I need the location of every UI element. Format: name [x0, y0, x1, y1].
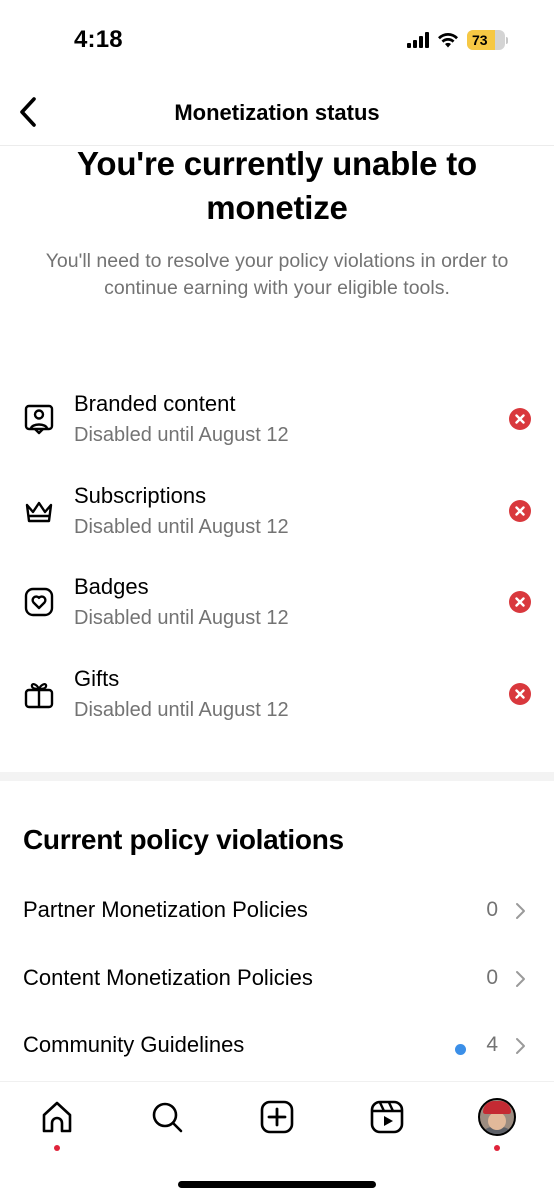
tools-list: Branded content Disabled until August 12… — [0, 388, 554, 754]
tool-row-badges[interactable]: Badges Disabled until August 12 — [0, 571, 554, 663]
tool-status: Disabled until August 12 — [74, 698, 289, 721]
page-title: Monetization status — [174, 100, 380, 125]
new-indicator-dot — [455, 1044, 466, 1055]
search-icon — [152, 1102, 183, 1133]
violation-count: 0 — [486, 898, 498, 921]
tool-name: Branded content — [74, 391, 236, 416]
tool-name: Gifts — [74, 665, 120, 691]
notification-dot — [54, 1145, 60, 1151]
tab-profile[interactable] — [472, 1092, 522, 1151]
violation-row-community-guidelines[interactable]: Community Guidelines 4 — [0, 1015, 554, 1083]
tool-row-subscriptions[interactable]: Subscriptions Disabled until August 12 — [0, 480, 554, 572]
violation-count: 0 — [486, 965, 498, 989]
error-icon — [509, 591, 531, 613]
section-divider — [0, 772, 554, 781]
nav-header: Monetization status — [0, 80, 554, 146]
tab-home[interactable] — [32, 1092, 82, 1151]
violations-list: Partner Monetization Policies 0 Content … — [0, 880, 554, 1083]
tool-status: Disabled until August 12 — [74, 424, 289, 446]
chevron-right-icon — [516, 1038, 525, 1054]
tool-status: Disabled until August 12 — [74, 607, 289, 629]
tool-name: Subscriptions — [74, 482, 207, 508]
wifi-icon — [438, 32, 458, 48]
violation-label: Partner Monetization Policies — [23, 897, 308, 922]
heart-badge-icon — [22, 585, 56, 619]
hero-title: You're currently unable to monetize — [77, 145, 477, 226]
status-time: 4:18 — [74, 26, 123, 53]
status-bar: 4:18 73 — [0, 0, 554, 80]
reels-icon — [370, 1100, 404, 1134]
violation-count: 4 — [486, 1033, 498, 1056]
tab-reels[interactable] — [362, 1092, 412, 1142]
battery-level: 73 — [472, 32, 488, 48]
tool-name: Badges — [74, 574, 149, 599]
branded-content-icon — [22, 402, 56, 436]
gift-icon — [22, 677, 56, 711]
tool-row-branded-content[interactable]: Branded content Disabled until August 12 — [0, 388, 554, 480]
tool-row-gifts[interactable]: Gifts Disabled until August 12 — [0, 663, 554, 755]
violation-label: Community Guidelines — [23, 1032, 245, 1057]
chevron-right-icon — [516, 970, 525, 987]
tab-search[interactable] — [142, 1092, 192, 1142]
violation-row-content-monetization[interactable]: Content Monetization Policies 0 — [0, 948, 554, 1016]
crown-icon — [22, 494, 56, 528]
chevron-right-icon — [516, 903, 525, 919]
error-icon — [509, 408, 531, 430]
tool-status: Disabled until August 12 — [74, 515, 289, 538]
battery-indicator: 73 — [467, 30, 508, 50]
tab-bar — [0, 1081, 554, 1161]
status-icons: 73 — [407, 30, 508, 50]
cellular-signal-icon — [407, 32, 429, 48]
home-indicator — [178, 1181, 376, 1188]
violation-label: Content Monetization Policies — [23, 964, 313, 990]
battery-icon: 73 — [467, 30, 505, 50]
violations-heading: Current policy violations — [23, 824, 344, 855]
plus-square-icon — [260, 1100, 294, 1134]
tab-create[interactable] — [252, 1092, 302, 1142]
error-icon — [509, 499, 531, 522]
avatar — [478, 1098, 516, 1136]
notification-dot — [494, 1145, 500, 1151]
monetization-hero: You're currently unable to monetize You'… — [0, 142, 554, 302]
hero-subtitle: You'll need to resolve your policy viola… — [45, 250, 509, 299]
error-icon — [509, 682, 531, 705]
violation-row-partner-monetization[interactable]: Partner Monetization Policies 0 — [0, 880, 554, 948]
battery-nub — [506, 36, 508, 44]
home-icon — [42, 1101, 72, 1133]
